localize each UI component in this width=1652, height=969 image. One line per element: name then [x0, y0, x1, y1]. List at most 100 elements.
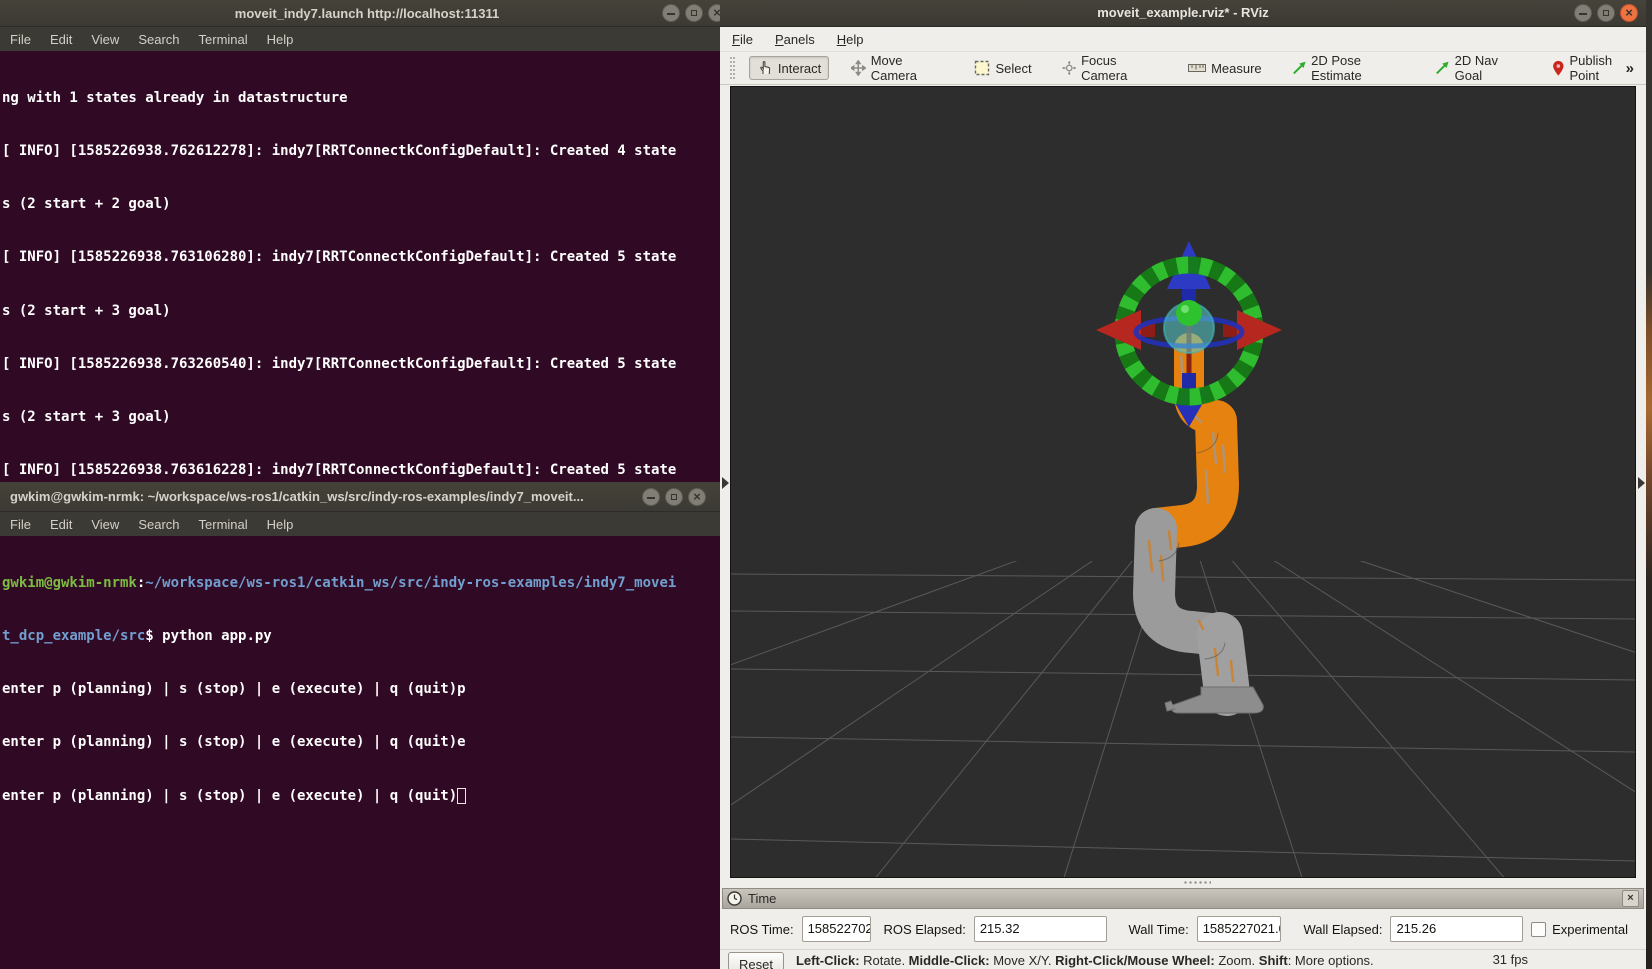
terminal-cursor — [457, 787, 467, 804]
ros-elapsed-label: ROS Elapsed: — [883, 921, 966, 937]
log-line: s (2 start + 2 goal) — [2, 196, 171, 212]
terminal-window-roslaunch: moveit_indy7.launch http://localhost:113… — [0, 0, 734, 482]
menu-help[interactable]: Help — [267, 517, 294, 532]
rviz-title: moveit_example.rviz* - RViz — [1097, 5, 1269, 20]
toolbar-overflow-chevron[interactable]: » — [1626, 60, 1634, 77]
minimize-button[interactable] — [1574, 4, 1592, 22]
expand-left-panel-arrow[interactable] — [722, 477, 729, 489]
interactive-marker — [1096, 241, 1282, 427]
app-line: enter p (planning) | s (stop) | e (execu… — [2, 734, 466, 751]
experimental-checkbox[interactable] — [1531, 921, 1547, 937]
terminal2-output[interactable]: gwkim@gwkim-nrmk:~/workspace/ws-ros1/cat… — [0, 536, 734, 841]
wall-time-label: Wall Time: — [1128, 921, 1189, 937]
ros-time-label: ROS Time: — [730, 921, 794, 937]
move-arrows-icon — [851, 60, 866, 76]
prompt-path: ~/workspace/ws-ros1/catkin_ws/src/indy-r… — [145, 574, 677, 591]
prompt-line: t_dcp_example/src$ python app.py — [2, 628, 732, 646]
log-line: [ INFO] [1585226938.763106280]: indy7[RR… — [2, 249, 677, 266]
close-button[interactable]: × — [688, 488, 706, 506]
ros-elapsed-input[interactable]: 215.32 — [973, 916, 1107, 942]
interact-tool-button[interactable]: Interact — [748, 56, 830, 80]
focus-crosshair-icon — [1061, 60, 1077, 76]
app-line: enter p (planning) | s (stop) | e (execu… — [2, 787, 732, 806]
wall-elapsed-label: Wall Elapsed: — [1303, 921, 1383, 937]
time-panel-fields: ROS Time: 1585227020.97 ROS Elapsed: 215… — [722, 909, 1644, 949]
terminal2-menubar: File Edit View Search Terminal Help — [0, 512, 734, 536]
menu-view[interactable]: View — [91, 32, 119, 47]
rviz-3d-viewport[interactable] — [730, 86, 1636, 879]
reset-button[interactable]: Reset — [728, 952, 784, 969]
app-line: enter p (planning) | s (stop) | e (execu… — [2, 681, 466, 697]
terminal1-titlebar[interactable]: moveit_indy7.launch http://localhost:113… — [0, 0, 734, 27]
prompt-path: t_dcp_example/src — [2, 627, 146, 644]
prompt-line: gwkim@gwkim-nrmk:~/workspace/ws-ros1/cat… — [2, 574, 677, 591]
terminal1-output[interactable]: ng with 1 states already in datastructur… — [0, 51, 734, 482]
log-line: s (2 start + 3 goal) — [2, 409, 171, 425]
menu-view[interactable]: View — [91, 517, 119, 532]
terminal-window-app: gwkim@gwkim-nrmk: ~/workspace/ws-ros1/ca… — [0, 482, 734, 969]
menu-file[interactable]: File — [10, 517, 31, 532]
fps-counter: 31 fps — [1492, 952, 1528, 967]
maximize-button[interactable] — [1597, 4, 1615, 22]
menu-file[interactable]: File — [732, 32, 753, 47]
mouse-help-text: Left-Click: Rotate. Middle-Click: Move X… — [795, 953, 1374, 968]
pose-estimate-tool-button[interactable]: 2D Pose Estimate — [1284, 49, 1414, 87]
maximize-button[interactable] — [665, 488, 683, 506]
select-tool-button[interactable]: Select — [966, 56, 1039, 80]
menu-terminal[interactable]: Terminal — [199, 517, 248, 532]
selection-box-icon — [975, 60, 990, 76]
menu-panels[interactable]: Panels — [775, 32, 815, 47]
close-icon: × — [1625, 5, 1633, 20]
minimize-icon — [647, 497, 655, 499]
time-panel-close-button[interactable]: × — [1622, 890, 1639, 907]
maximize-icon — [1603, 10, 1609, 16]
desktop-wallpaper-sliver — [1646, 0, 1652, 969]
measure-tool-button[interactable]: Measure — [1180, 57, 1270, 80]
move-camera-tool-button[interactable]: Move Camera — [843, 49, 952, 87]
menu-terminal[interactable]: Terminal — [199, 32, 248, 47]
nav-goal-tool-button[interactable]: 2D Nav Goal — [1427, 49, 1530, 87]
close-button[interactable]: × — [1620, 4, 1638, 22]
menu-help[interactable]: Help — [267, 32, 294, 47]
hand-cursor-icon — [760, 61, 771, 75]
log-line: ng with 1 states already in datastructur… — [2, 89, 348, 106]
menu-edit[interactable]: Edit — [50, 517, 72, 532]
time-panel-header[interactable]: Time × — [722, 888, 1644, 909]
time-panel-title: Time — [748, 891, 777, 906]
log-line: s (2 start + 3 goal) — [2, 302, 171, 319]
toolbar-drag-handle[interactable] — [730, 57, 735, 79]
rviz-statusbar: Reset Left-Click: Rotate. Middle-Click: … — [720, 949, 1646, 969]
expand-right-panel-arrow[interactable] — [1638, 477, 1645, 489]
maximize-button[interactable] — [685, 4, 703, 22]
3d-scene — [730, 241, 1636, 879]
terminal2-titlebar[interactable]: gwkim@gwkim-nrmk: ~/workspace/ws-ros1/ca… — [0, 482, 734, 512]
menu-help[interactable]: Help — [837, 32, 864, 47]
rviz-toolbar: Interact Move Camera Select Focus Camera… — [720, 52, 1646, 85]
prompt-command: $ python app.py — [145, 627, 272, 644]
wall-time-input[interactable]: 1585227021.00 — [1196, 916, 1282, 942]
terminal1-menubar: File Edit View Search Terminal Help — [0, 27, 734, 51]
menu-search[interactable]: Search — [138, 517, 179, 532]
ros-time-input[interactable]: 1585227020.97 — [801, 916, 872, 942]
panel-splitter[interactable] — [720, 878, 1646, 888]
log-line: [ INFO] [1585226938.763616228]: indy7[RR… — [2, 462, 677, 479]
rviz-window: moveit_example.rviz* - RViz × File Panel… — [720, 0, 1646, 969]
clock-icon — [727, 891, 742, 906]
menu-file[interactable]: File — [10, 32, 31, 47]
minimize-icon — [1579, 13, 1587, 15]
minimize-button[interactable] — [662, 4, 680, 22]
close-icon: × — [693, 489, 701, 504]
menu-edit[interactable]: Edit — [50, 32, 72, 47]
prompt-user: gwkim@gwkim-nrmk — [2, 574, 137, 591]
menu-search[interactable]: Search — [138, 32, 179, 47]
wall-elapsed-input[interactable]: 215.26 — [1390, 916, 1524, 942]
floor-grid — [730, 561, 1636, 879]
focus-camera-tool-button[interactable]: Focus Camera — [1054, 49, 1166, 87]
map-pin-icon — [1552, 60, 1564, 76]
minimize-button[interactable] — [642, 488, 660, 506]
maximize-icon — [671, 494, 677, 500]
rviz-titlebar[interactable]: moveit_example.rviz* - RViz × — [720, 0, 1646, 27]
terminal1-title: moveit_indy7.launch http://localhost:113… — [234, 6, 500, 21]
green-arrow-icon — [1292, 61, 1306, 75]
log-line: [ INFO] [1585226938.763260540]: indy7[RR… — [2, 355, 677, 372]
